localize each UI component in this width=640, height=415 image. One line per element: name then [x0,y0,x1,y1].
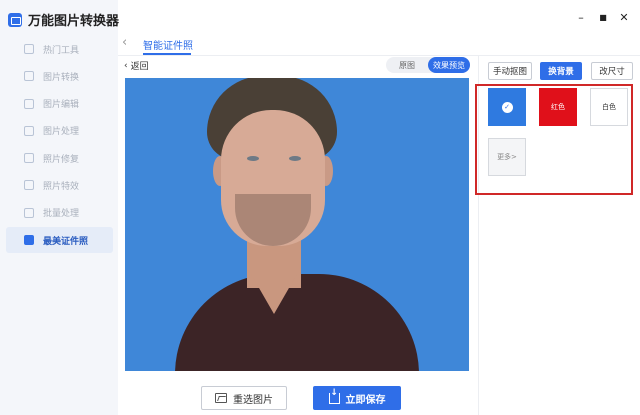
return-label: 返回 [130,62,149,72]
blue-background-swatch[interactable]: ✓ [488,88,526,126]
minimize-button[interactable]: – [574,10,588,24]
photo-shirt [175,274,419,371]
app-logo-icon [8,12,22,27]
download-icon [328,388,340,404]
batch-icon [24,207,34,218]
white-background-swatch[interactable]: 白色 [590,88,628,126]
effects-icon [24,180,34,191]
view-toggle: 原图 效果预览 [386,57,470,73]
sidebar-item-label: 照片特效 [43,181,80,192]
reselect-image-button[interactable]: 重选图片 [201,386,287,410]
sidebar-item-image-edit[interactable]: 图片编辑 [6,91,113,117]
repair-icon [24,153,34,164]
header-divider [118,55,640,56]
chevron-left-icon[interactable]: ‹ [122,35,127,50]
more-colors-button[interactable]: 更多> [488,138,526,176]
sidebar-item-image-process[interactable]: 图片处理 [6,118,113,144]
photo-face [221,110,325,246]
sidebar-item-batch[interactable]: 批量处理 [6,200,113,226]
preview-view-button[interactable]: 效果预览 [428,57,470,73]
maximize-button[interactable]: ■ [596,10,610,24]
edit-icon [24,98,34,109]
sidebar-item-image-convert[interactable]: 图片转换 [6,63,113,89]
sidebar-item-id-photo[interactable]: 最美证件照 [6,227,113,254]
sidebar-item-label: 图片编辑 [43,100,80,111]
page-title: 智能证件照 [143,41,193,52]
swatch-label: 红色 [551,103,565,111]
sidebar-item-label: 最美证件照 [43,236,89,247]
resize-button[interactable]: 改尺寸 [591,62,633,80]
image-icon [215,393,227,403]
sidebar-item-label: 图片处理 [43,127,80,138]
sidebar-nav: 热门工具 图片转换 图片编辑 图片处理 照片修复 照片特效 批量处理 最美证件照 [6,36,113,254]
more-label: 更多> [497,153,517,161]
chevron-left-icon: ‹ [124,60,128,71]
sidebar-item-hot-tools[interactable]: 热门工具 [6,36,113,62]
id-photo-preview [125,78,469,371]
sidebar-item-photo-repair[interactable]: 照片修复 [6,145,113,171]
sidebar-item-label: 照片修复 [43,154,80,165]
reselect-label: 重选图片 [233,394,273,406]
app-title: 万能图片转换器 [8,10,119,29]
sidebar-item-photo-effects[interactable]: 照片特效 [6,172,113,198]
red-background-swatch[interactable]: 红色 [539,88,577,126]
check-icon: ✓ [501,101,513,113]
sidebar: 万能图片转换器 热门工具 图片转换 图片编辑 图片处理 照片修复 照片特效 批量… [0,0,119,415]
sidebar-item-label: 批量处理 [43,209,80,220]
id-card-icon [24,235,34,246]
convert-icon [24,71,34,82]
close-button[interactable]: ✕ [617,10,631,24]
app-name: 万能图片转换器 [28,14,120,29]
process-icon [24,125,34,136]
swatch-label: 白色 [602,103,616,111]
original-view-button[interactable]: 原图 [386,57,428,73]
return-link[interactable]: ‹ 返回 [124,59,149,73]
manual-cutout-button[interactable]: 手动抠图 [488,62,532,80]
grid-icon [24,44,34,54]
sidebar-item-label: 热门工具 [43,45,80,56]
sidebar-item-label: 图片转换 [43,72,80,83]
change-background-button[interactable]: 换背景 [540,62,582,80]
save-label: 立即保存 [345,394,386,406]
save-button[interactable]: 立即保存 [313,386,401,410]
